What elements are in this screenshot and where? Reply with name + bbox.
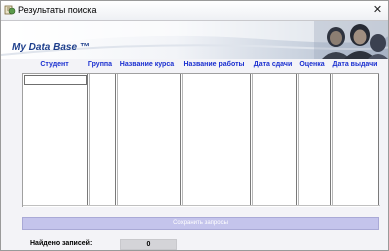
status-bar: Найдено записей: 0 [1,239,388,251]
column-header-student[interactable]: Студент [26,61,83,68]
records-found-count: 0 [120,239,177,250]
table-bottom-border [23,205,380,206]
close-icon[interactable]: ✕ [371,4,384,17]
window-title: Результаты поиска [18,5,97,15]
column-header-group[interactable]: Группа [87,61,113,68]
save-queries-button[interactable]: Сохранить запросы [22,217,379,230]
column-header-work-title[interactable]: Название работы [180,61,248,68]
app-icon [4,5,16,15]
column-divider [296,74,297,206]
column-divider [87,74,88,206]
student-cell-editor[interactable] [24,75,87,85]
column-divider [330,74,331,206]
column-divider [89,74,90,206]
column-divider [117,74,118,206]
column-divider [115,74,116,206]
column-divider [180,74,181,206]
search-results-window: Результаты поиска ✕ My Data Base ™ Студе… [0,0,389,251]
column-divider [182,74,183,206]
column-header-issue-date[interactable]: Дата выдачи [331,61,379,68]
column-divider [252,74,253,206]
results-table[interactable] [22,73,380,207]
title-bar[interactable]: Результаты поиска ✕ [1,1,388,21]
header-banner: My Data Base ™ [1,21,388,59]
column-header-grade[interactable]: Оценка [296,61,328,68]
banner-title: My Data Base ™ [12,42,90,53]
banner-people-art [314,21,388,59]
records-found-label: Найдено записей: [30,240,93,247]
column-divider [298,74,299,206]
column-header-course-name[interactable]: Название курса [115,61,179,68]
column-divider [378,74,379,206]
column-divider [250,74,251,206]
column-header-submit-date[interactable]: Дата сдачи [251,61,295,68]
results-table-header: Студент Группа Название курса Название р… [22,61,379,73]
column-divider [332,74,333,206]
